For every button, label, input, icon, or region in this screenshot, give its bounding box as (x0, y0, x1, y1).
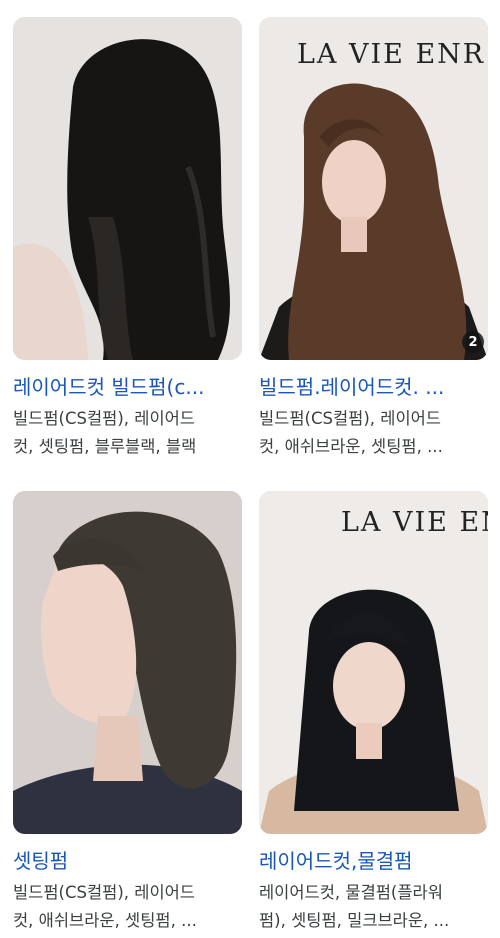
result-title[interactable]: 레이어드컷,물결펌 (259, 847, 484, 875)
result-title[interactable]: 셋팅펌 (13, 847, 238, 875)
brand-text: LA VIE ENR (341, 507, 488, 538)
result-title[interactable]: 빌드펌.레이어드컷. ... (259, 373, 484, 401)
result-image[interactable]: LA VIE ENR (259, 491, 488, 834)
result-description-line: 컷, 애쉬브라운, 셋팅펌, ... (259, 437, 443, 456)
result-card[interactable]: LA VIE ENR 2 빌드펌.레이어드컷. ... 빌드펌(CS컬펌), 레… (259, 17, 488, 461)
image-count-badge: 2 (462, 331, 484, 353)
result-description-line: 레이어드컷, 물결펌(플라워 (259, 883, 443, 902)
result-description-line: 빌드펌(CS컬펌), 레이어드 (13, 409, 195, 428)
result-description-line: 컷, 애쉬브라운, 셋팅펌, ... (13, 911, 197, 930)
result-description-line: 펌), 셋팅펌, 밀크브라운, ... (259, 911, 450, 930)
result-image[interactable]: LA VIE ENR 2 (259, 17, 488, 360)
result-image[interactable] (13, 17, 242, 360)
hair-photo-smile-view (259, 491, 488, 834)
result-card[interactable]: LA VIE ENR 레이어드컷,물결펌 레이어드컷, 물결펌(플라워 펌), … (259, 491, 488, 935)
hair-photo-side-view (13, 491, 242, 834)
result-title[interactable]: 레이어드컷 빌드펌(c... (13, 373, 238, 401)
result-card[interactable]: 셋팅펌 빌드펌(CS컬펌), 레이어드 컷, 애쉬브라운, 셋팅펌, ... (13, 491, 242, 935)
hair-photo-back-view (13, 17, 242, 360)
result-card[interactable]: 레이어드컷 빌드펌(c... 빌드펌(CS컬펌), 레이어드 컷, 셋팅펌, 블… (13, 17, 242, 461)
result-image[interactable] (13, 491, 242, 834)
result-description-line: 빌드펌(CS컬펌), 레이어드 (259, 409, 441, 428)
result-description-line: 컷, 셋팅펌, 블루블랙, 블랙 (13, 437, 197, 456)
result-description-line: 빌드펌(CS컬펌), 레이어드 (13, 883, 195, 902)
brand-text: LA VIE ENR (297, 39, 486, 70)
